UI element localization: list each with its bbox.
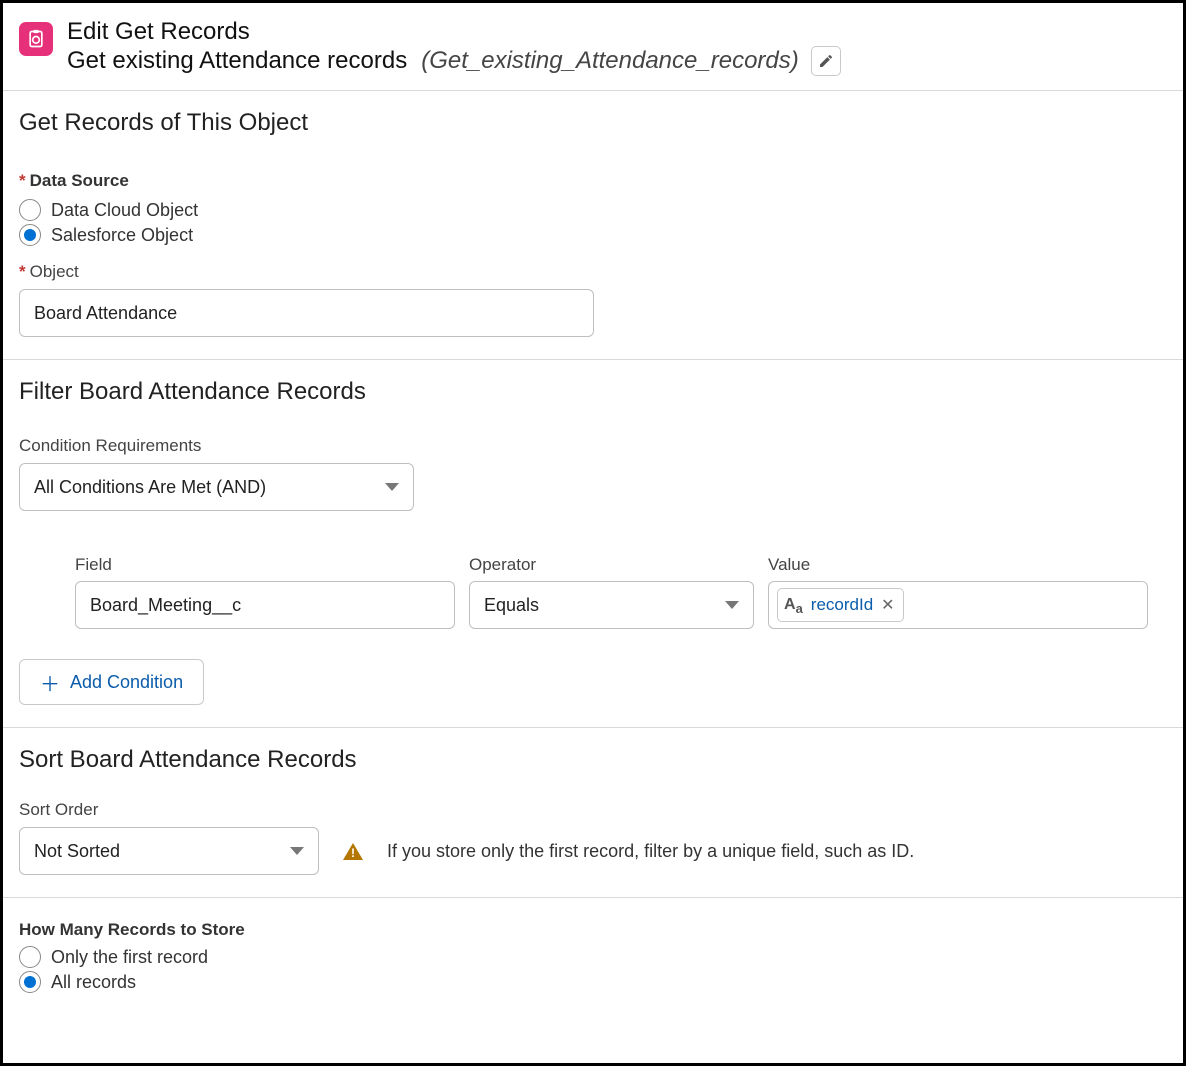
- edit-name-button[interactable]: [811, 46, 841, 76]
- data-source-option-cloud[interactable]: Data Cloud Object: [19, 199, 1167, 221]
- data-source-option-sf[interactable]: Salesforce Object: [19, 224, 1167, 246]
- text-resource-icon: Aa: [784, 596, 803, 614]
- condition-value-input[interactable]: Aa recordId ✕: [768, 581, 1148, 629]
- sort-order-select[interactable]: Not Sorted: [19, 827, 319, 875]
- radio-selected-icon: [19, 971, 41, 993]
- sort-hint-text: If you store only the first record, filt…: [387, 841, 914, 862]
- pencil-icon: [818, 53, 834, 69]
- cond-req-value: All Conditions Are Met (AND): [34, 477, 266, 498]
- section-title-object: Get Records of This Object: [19, 109, 1167, 137]
- chevron-down-icon: [385, 483, 399, 491]
- section-title-filter: Filter Board Attendance Records: [19, 378, 1167, 406]
- radio-label: All records: [51, 972, 136, 993]
- add-condition-label: Add Condition: [70, 672, 183, 693]
- condition-row: Field Board_Meeting__c Operator Equals V…: [19, 555, 1167, 629]
- object-label: *Object: [19, 262, 1167, 282]
- radio-label: Data Cloud Object: [51, 200, 198, 221]
- add-condition-button[interactable]: ＋ Add Condition: [19, 659, 204, 705]
- remove-pill-icon[interactable]: ✕: [881, 595, 894, 615]
- condition-field-value: Board_Meeting__c: [90, 595, 241, 616]
- modal-title: Edit Get Records: [67, 18, 841, 46]
- section-get-records-object: Get Records of This Object *Data Source …: [3, 91, 1183, 360]
- section-sort-records: Sort Board Attendance Records Sort Order…: [3, 728, 1183, 898]
- sort-order-label: Sort Order: [19, 800, 1167, 820]
- modal-header: Edit Get Records Get existing Attendance…: [3, 3, 1183, 91]
- condition-operator-value: Equals: [484, 595, 539, 616]
- object-value: Board Attendance: [34, 303, 177, 324]
- radio-unselected-icon: [19, 199, 41, 221]
- warning-icon: [343, 843, 363, 860]
- value-pill-label: recordId: [811, 595, 873, 615]
- sort-order-value: Not Sorted: [34, 841, 120, 862]
- element-api-name: (Get_existing_Attendance_records): [421, 47, 799, 75]
- col-operator-label: Operator: [469, 555, 754, 575]
- section-title-sort: Sort Board Attendance Records: [19, 746, 1167, 774]
- col-value-label: Value: [768, 555, 1148, 575]
- radio-selected-icon: [19, 224, 41, 246]
- get-records-icon: [19, 22, 53, 56]
- section-store-records: How Many Records to Store Only the first…: [3, 898, 1183, 1015]
- condition-operator-select[interactable]: Equals: [469, 581, 754, 629]
- col-field-label: Field: [75, 555, 455, 575]
- element-label: Get existing Attendance records: [67, 47, 407, 75]
- chevron-down-icon: [725, 601, 739, 609]
- object-input[interactable]: Board Attendance: [19, 289, 594, 337]
- value-pill[interactable]: Aa recordId ✕: [777, 588, 904, 622]
- chevron-down-icon: [290, 847, 304, 855]
- cond-req-select[interactable]: All Conditions Are Met (AND): [19, 463, 414, 511]
- condition-field-input[interactable]: Board_Meeting__c: [75, 581, 455, 629]
- store-option-all[interactable]: All records: [19, 971, 1167, 993]
- store-label: How Many Records to Store: [19, 920, 1167, 940]
- plus-icon: ＋: [40, 668, 60, 697]
- data-source-label: *Data Source: [19, 171, 1167, 191]
- store-option-first[interactable]: Only the first record: [19, 946, 1167, 968]
- section-filter-records: Filter Board Attendance Records Conditio…: [3, 360, 1183, 728]
- radio-label: Salesforce Object: [51, 225, 193, 246]
- radio-label: Only the first record: [51, 947, 208, 968]
- cond-req-label: Condition Requirements: [19, 436, 1167, 456]
- radio-unselected-icon: [19, 946, 41, 968]
